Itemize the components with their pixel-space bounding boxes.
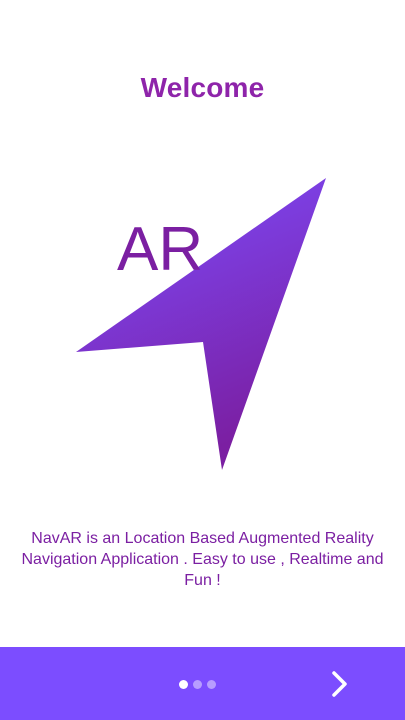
page-dot-2[interactable]: [193, 680, 202, 689]
app-description: NavAR is an Location Based Augmented Rea…: [21, 530, 384, 589]
next-button[interactable]: [320, 664, 360, 704]
page-dot-3[interactable]: [207, 680, 216, 689]
chevron-right-icon: [332, 671, 347, 697]
navar-logo: AR: [76, 178, 326, 470]
onboarding-screen: Welcome AR NavAR is an Location Based Au…: [0, 0, 405, 720]
page-dot-1[interactable]: [179, 680, 188, 689]
page-indicator: [179, 680, 216, 690]
logo-text: AR: [117, 215, 203, 284]
